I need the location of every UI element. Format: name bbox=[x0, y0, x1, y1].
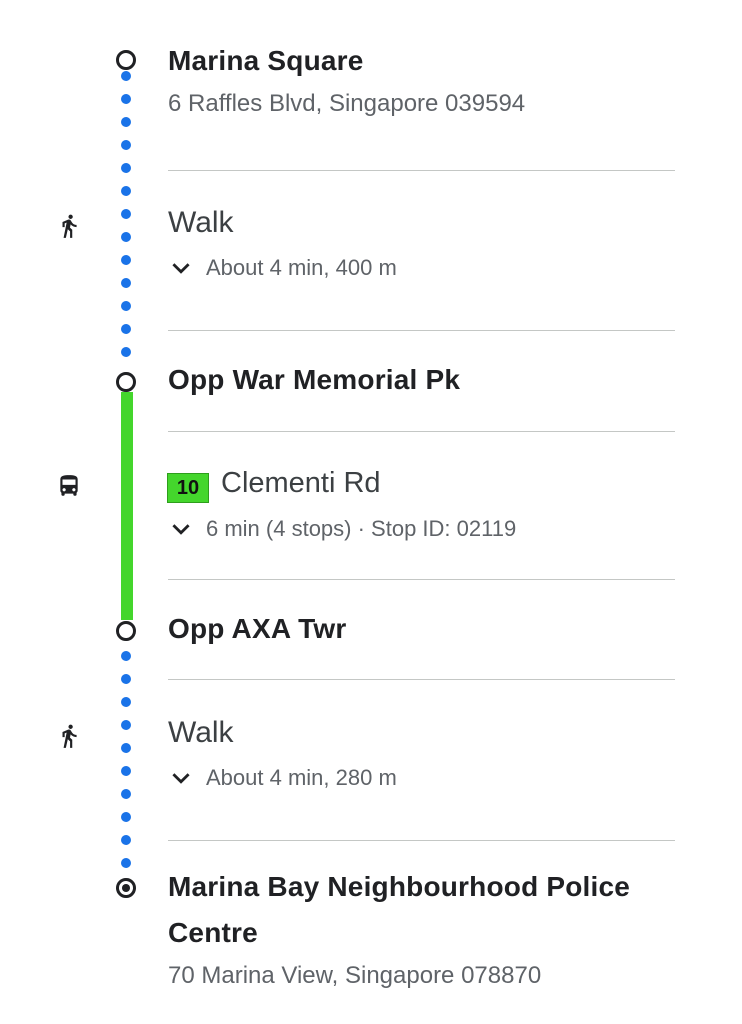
destination-name-line2[interactable]: Centre bbox=[168, 917, 258, 949]
walk-dot bbox=[121, 766, 131, 776]
chevron-down-icon bbox=[172, 773, 190, 784]
walk-dot bbox=[121, 255, 131, 265]
walk-dot bbox=[121, 347, 131, 357]
chevron-down-icon bbox=[172, 524, 190, 535]
walk-dot bbox=[121, 163, 131, 173]
walk-dot bbox=[121, 117, 131, 127]
walk-dot bbox=[121, 232, 131, 242]
stop-name-war-memorial[interactable]: Opp War Memorial Pk bbox=[168, 364, 460, 396]
walk-dot bbox=[121, 789, 131, 799]
walk-summary: About 4 min, 400 m bbox=[206, 255, 397, 280]
walk-dot bbox=[121, 71, 131, 81]
destination-address: 70 Marina View, Singapore 078870 bbox=[168, 962, 542, 989]
walk-dot bbox=[121, 301, 131, 311]
walk-dot bbox=[121, 94, 131, 104]
walk-summary: About 4 min, 280 m bbox=[206, 765, 397, 790]
walk-details-toggle[interactable]: About 4 min, 280 m bbox=[168, 765, 397, 791]
bus-icon bbox=[56, 471, 82, 501]
stop-marker-war-memorial bbox=[116, 372, 136, 392]
destination-marker bbox=[116, 878, 136, 898]
walk-dot bbox=[121, 186, 131, 196]
chevron-down-icon bbox=[172, 263, 190, 274]
walk-details-toggle[interactable]: About 4 min, 400 m bbox=[168, 255, 397, 281]
divider bbox=[168, 431, 675, 432]
origin-name[interactable]: Marina Square bbox=[168, 45, 364, 77]
divider bbox=[168, 170, 675, 171]
bus-route-line bbox=[121, 392, 133, 620]
origin-marker bbox=[116, 50, 136, 70]
walk-dot bbox=[121, 720, 131, 730]
bus-route-badge: 10 bbox=[167, 473, 209, 503]
walk-dot bbox=[121, 835, 131, 845]
walk-icon bbox=[56, 721, 82, 751]
walk-icon bbox=[56, 211, 82, 241]
walk-dot bbox=[121, 140, 131, 150]
stop-marker-axa bbox=[116, 621, 136, 641]
divider bbox=[168, 679, 675, 680]
bus-route-name: Clementi Rd bbox=[221, 467, 381, 499]
walk-title: Walk bbox=[168, 716, 234, 749]
stop-name-axa[interactable]: Opp AXA Twr bbox=[168, 613, 347, 645]
walk-dot bbox=[121, 674, 131, 684]
walk-title: Walk bbox=[168, 206, 234, 239]
bus-summary: 6 min (4 stops) · Stop ID: 02119 bbox=[206, 516, 517, 541]
walk-dot bbox=[121, 812, 131, 822]
divider bbox=[168, 840, 675, 841]
origin-address: 6 Raffles Blvd, Singapore 039594 bbox=[168, 90, 526, 117]
walk-dot bbox=[121, 324, 131, 334]
walk-dot bbox=[121, 858, 131, 868]
bus-details-toggle[interactable]: 6 min (4 stops) · Stop ID: 02119 bbox=[168, 516, 516, 542]
destination-name[interactable]: Marina Bay Neighbourhood Police bbox=[168, 871, 630, 903]
walk-dot bbox=[121, 697, 131, 707]
walk-dot bbox=[121, 209, 131, 219]
walk-dot bbox=[121, 278, 131, 288]
walk-dot bbox=[121, 743, 131, 753]
walk-dot bbox=[121, 651, 131, 661]
divider bbox=[168, 330, 675, 331]
divider bbox=[168, 579, 675, 580]
